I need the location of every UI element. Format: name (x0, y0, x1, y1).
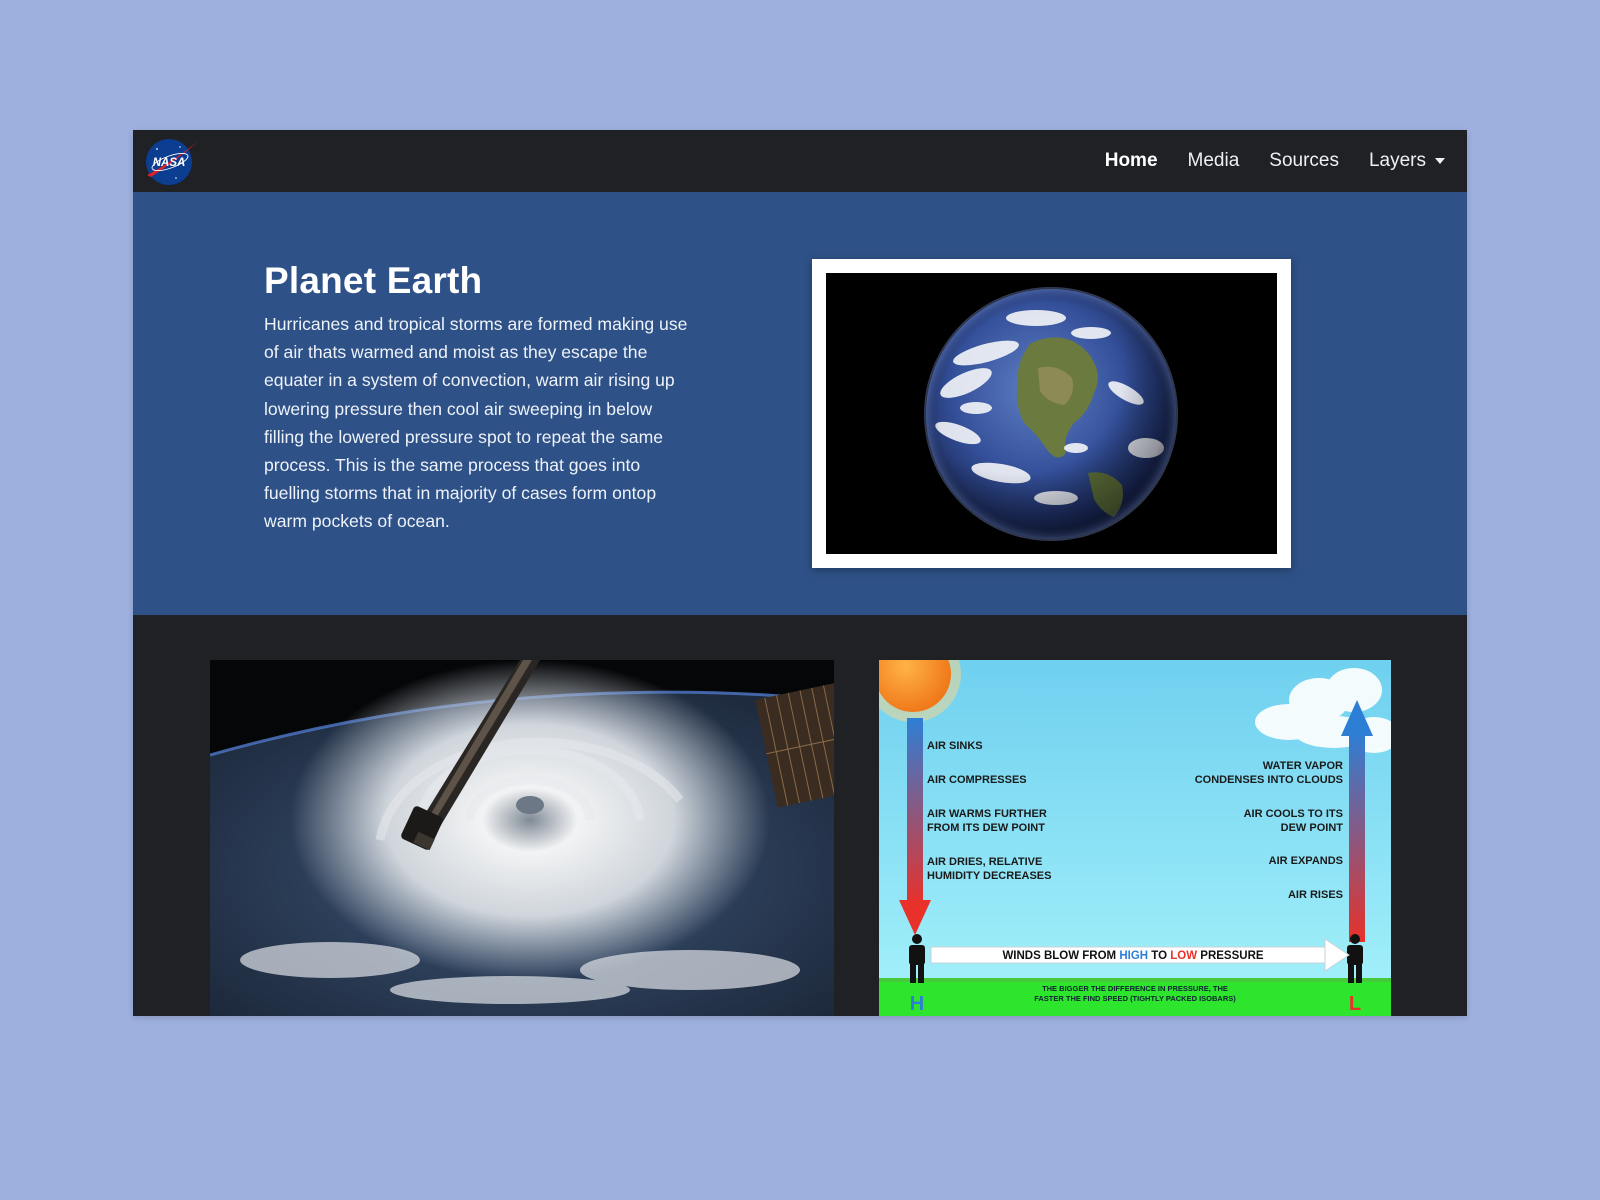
nav-links: Home Media Sources Layers (1075, 130, 1445, 192)
winds-label: WINDS BLOW FROM HIGH TO LOW PRESSURE (1002, 950, 1263, 962)
low-pressure-letter: L (1349, 993, 1361, 1015)
earth-image-frame (812, 259, 1291, 568)
footer-line-1: THE BIGGER THE DIFFERENCE IN PRESSURE, T… (1042, 984, 1228, 993)
label-water-vapor-2: CONDENSES INTO CLOUDS (1195, 774, 1343, 786)
hero-section: Planet Earth Hurricanes and tropical sto… (133, 192, 1467, 615)
hurricane-from-space-image (210, 660, 834, 1016)
caret-down-icon (1435, 158, 1445, 164)
hero-description: Hurricanes and tropical storms are forme… (264, 314, 688, 532)
label-air-sinks: AIR SINKS (927, 740, 983, 752)
browser-page: NASA Home Media Sources Layers Planet Ea… (133, 130, 1467, 1016)
footer-line-2: FASTER THE FIND SPEED (TIGHTLY PACKED IS… (1034, 994, 1236, 1003)
navbar: NASA Home Media Sources Layers (133, 130, 1467, 192)
nasa-logo[interactable]: NASA (145, 137, 201, 187)
nasa-logo-text: NASA (153, 157, 186, 169)
label-air-expands: AIR EXPANDS (1269, 855, 1343, 867)
media-section: WINDS BLOW FROM HIGH TO LOW PRESSURE THE… (133, 615, 1467, 1016)
nav-layers-label: Layers (1368, 150, 1426, 171)
label-air-rises: AIR RISES (1288, 889, 1343, 901)
label-air-cools-2: DEW POINT (1281, 822, 1344, 834)
label-air-cools-1: AIR COOLS TO ITS (1244, 808, 1343, 820)
nav-home[interactable]: Home (1105, 150, 1158, 172)
label-air-dries-1: AIR DRIES, RELATIVE (927, 856, 1042, 868)
high-pressure-letter: H (910, 993, 924, 1015)
label-air-compresses: AIR COMPRESSES (927, 774, 1027, 786)
convection-diagram: WINDS BLOW FROM HIGH TO LOW PRESSURE THE… (879, 660, 1391, 1016)
label-water-vapor-1: WATER VAPOR (1263, 760, 1343, 772)
label-air-warms-2: FROM ITS DEW POINT (927, 822, 1045, 834)
nav-sources[interactable]: Sources (1269, 150, 1339, 172)
earth-image (826, 273, 1277, 554)
hero-title: Planet Earth (264, 260, 483, 301)
label-air-warms-1: AIR WARMS FURTHER (927, 808, 1047, 820)
nav-layers-dropdown[interactable]: Layers (1369, 150, 1445, 172)
label-air-dries-2: HUMIDITY DECREASES (927, 870, 1051, 882)
nav-media[interactable]: Media (1188, 150, 1240, 172)
